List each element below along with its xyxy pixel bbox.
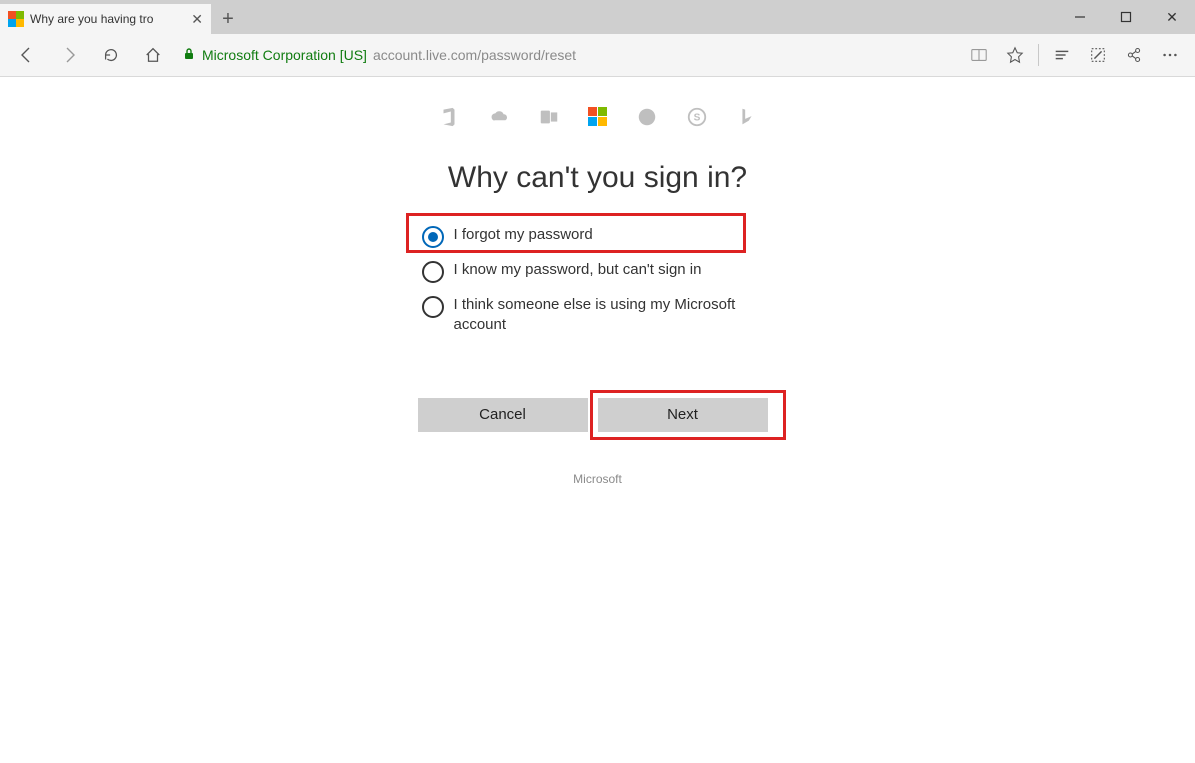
button-row: Cancel Next bbox=[418, 398, 778, 432]
page-heading: Why can't you sign in? bbox=[448, 161, 747, 195]
radio-icon bbox=[422, 296, 444, 318]
footer-brand: Microsoft bbox=[573, 472, 622, 486]
favorite-star-icon[interactable] bbox=[998, 36, 1032, 74]
minimize-button[interactable] bbox=[1057, 0, 1103, 34]
forward-button[interactable] bbox=[50, 36, 88, 74]
browser-toolbar: Microsoft Corporation [US] account.live.… bbox=[0, 34, 1195, 77]
microsoft-favicon bbox=[8, 11, 24, 27]
option-know-password[interactable]: I know my password, but can't sign in bbox=[418, 254, 778, 289]
outlook-icon bbox=[538, 106, 560, 128]
lock-icon bbox=[182, 47, 196, 64]
option-label: I forgot my password bbox=[454, 225, 593, 245]
window-controls: ✕ bbox=[1057, 0, 1195, 34]
next-button[interactable]: Next bbox=[598, 398, 768, 432]
security-certificate-label: Microsoft Corporation [US] bbox=[202, 47, 367, 63]
microsoft-services-row: S bbox=[438, 105, 758, 129]
hub-icon[interactable] bbox=[1045, 36, 1079, 74]
option-label: I think someone else is using my Microso… bbox=[454, 295, 774, 336]
page-content: S Why can't you sign in? I forgot my pas… bbox=[0, 77, 1195, 486]
back-button[interactable] bbox=[8, 36, 46, 74]
address-bar[interactable]: Microsoft Corporation [US] account.live.… bbox=[176, 40, 958, 70]
more-menu-icon[interactable] bbox=[1153, 36, 1187, 74]
browser-tab[interactable]: Why are you having tro ✕ bbox=[0, 4, 211, 34]
option-label: I know my password, but can't sign in bbox=[454, 260, 702, 280]
url-text: account.live.com/password/reset bbox=[373, 47, 576, 63]
tab-title: Why are you having tro bbox=[30, 12, 185, 26]
home-button[interactable] bbox=[134, 36, 172, 74]
reason-options: I forgot my password I know my password,… bbox=[418, 219, 778, 342]
radio-icon bbox=[422, 261, 444, 283]
web-note-icon[interactable] bbox=[1081, 36, 1115, 74]
close-window-button[interactable]: ✕ bbox=[1149, 0, 1195, 34]
xbox-icon bbox=[636, 106, 658, 128]
cancel-button[interactable]: Cancel bbox=[418, 398, 588, 432]
microsoft-logo-icon bbox=[588, 107, 608, 127]
share-icon[interactable] bbox=[1117, 36, 1151, 74]
close-tab-icon[interactable]: ✕ bbox=[191, 11, 203, 28]
onedrive-icon bbox=[488, 106, 510, 128]
toolbar-separator bbox=[1038, 44, 1039, 66]
tab-strip: Why are you having tro ✕ + ✕ bbox=[0, 0, 1195, 34]
svg-text:S: S bbox=[693, 113, 700, 124]
maximize-button[interactable] bbox=[1103, 0, 1149, 34]
reading-view-icon[interactable] bbox=[962, 36, 996, 74]
bing-icon bbox=[736, 106, 758, 128]
new-tab-button[interactable]: + bbox=[211, 4, 245, 34]
office-icon bbox=[438, 106, 460, 128]
refresh-button[interactable] bbox=[92, 36, 130, 74]
option-someone-else[interactable]: I think someone else is using my Microso… bbox=[418, 289, 778, 342]
option-forgot-password[interactable]: I forgot my password bbox=[418, 219, 778, 254]
skype-icon: S bbox=[686, 106, 708, 128]
radio-icon bbox=[422, 226, 444, 248]
